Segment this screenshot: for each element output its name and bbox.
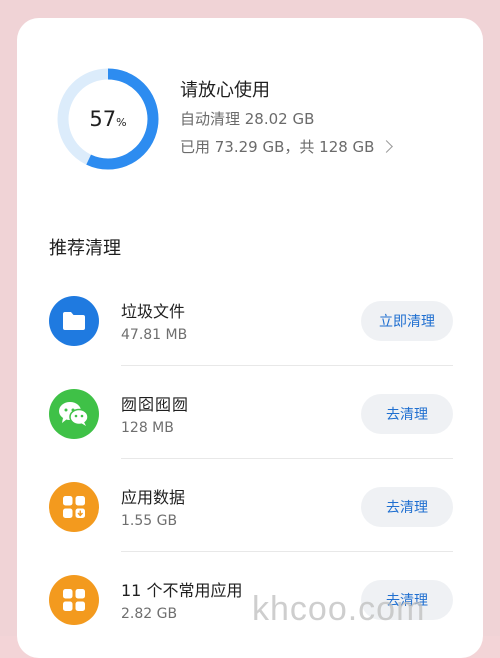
item-name: 应用数据	[121, 488, 186, 507]
chevron-right-icon	[380, 140, 394, 153]
list-item-wechat[interactable]: 囫囵囮囫 128 MB 去清理	[17, 367, 483, 459]
divider	[121, 458, 453, 459]
usage-percent-value: 57	[89, 107, 117, 131]
usage-percent: 57 %	[55, 66, 161, 172]
item-name: 11 个不常用应用	[121, 581, 243, 600]
item-size: 2.82 GB	[121, 606, 178, 622]
item-size: 128 MB	[121, 420, 174, 436]
clean-now-button[interactable]: 立即清理	[361, 301, 453, 341]
wechat-icon	[49, 389, 99, 439]
storage-status-title: 请放心使用	[180, 80, 270, 101]
divider	[121, 551, 453, 552]
apps-grid-icon	[49, 575, 99, 625]
item-size: 47.81 MB	[121, 327, 188, 343]
used-total-text: 已用 73.29 GB，共 128 GB	[180, 138, 375, 156]
watermark-text: khcoo.com	[252, 590, 426, 628]
go-clean-button[interactable]: 去清理	[361, 394, 453, 434]
section-title: 推荐清理	[49, 238, 121, 259]
storage-details-link[interactable]: 已用 73.29 GB，共 128 GB	[180, 136, 394, 157]
item-size: 1.55 GB	[121, 513, 178, 529]
storage-cleaner-card: 57 % 请放心使用 自动清理 28.02 GB 已用 73.29 GB，共 1…	[17, 18, 483, 658]
divider	[121, 365, 453, 366]
usage-percent-sign: %	[116, 115, 127, 129]
app-data-icon	[49, 482, 99, 532]
list-item-junk-files[interactable]: 垃圾文件 47.81 MB 立即清理	[17, 274, 483, 366]
item-name: 垃圾文件	[121, 302, 186, 321]
background-frame: 57 % 请放心使用 自动清理 28.02 GB 已用 73.29 GB，共 1…	[0, 0, 500, 658]
folder-icon	[49, 296, 99, 346]
go-clean-button[interactable]: 去清理	[361, 487, 453, 527]
auto-clean-text: 自动清理 28.02 GB	[180, 110, 315, 128]
item-name: 囫囵囮囫	[121, 395, 190, 414]
storage-usage-ring: 57 %	[55, 66, 161, 172]
list-item-app-data[interactable]: 应用数据 1.55 GB 去清理	[17, 460, 483, 552]
